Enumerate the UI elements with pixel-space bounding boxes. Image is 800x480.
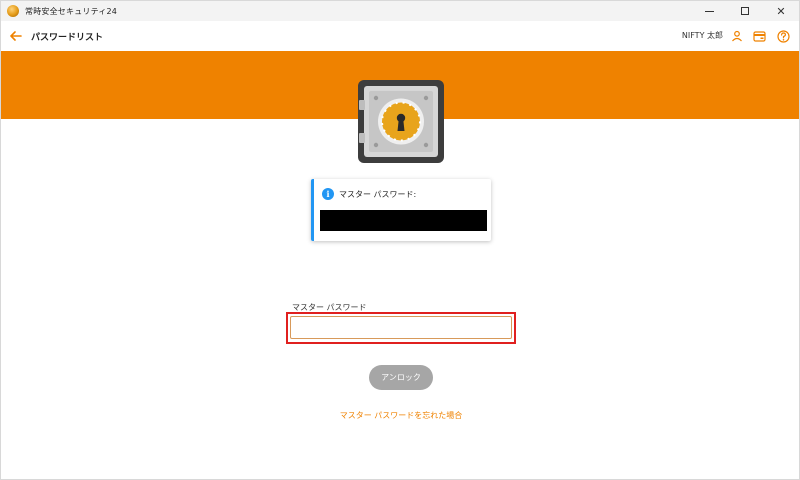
page-title: パスワードリスト bbox=[31, 32, 104, 43]
info-icon: i bbox=[322, 188, 334, 200]
user-icon[interactable] bbox=[729, 28, 745, 44]
app-logo-icon bbox=[7, 5, 19, 17]
app-header: パスワードリスト NIFTY 太郎 bbox=[1, 21, 799, 51]
close-icon: ✕ bbox=[776, 4, 786, 18]
help-icon[interactable] bbox=[775, 28, 791, 44]
user-name: NIFTY 太郎 bbox=[681, 31, 723, 40]
maximize-button[interactable] bbox=[727, 1, 763, 21]
wallet-icon[interactable] bbox=[751, 28, 767, 44]
title-bar: 常時安全セキュリティ24 ✕ bbox=[1, 1, 799, 21]
info-card-label: マスター パスワード: bbox=[339, 190, 417, 199]
safe-lock-icon bbox=[358, 80, 444, 163]
minimize-button[interactable] bbox=[691, 1, 727, 21]
close-button[interactable]: ✕ bbox=[763, 1, 799, 21]
master-password-info-card: i マスター パスワード: bbox=[311, 179, 491, 241]
master-password-value-redacted bbox=[320, 210, 487, 231]
forgot-password-link[interactable]: マスター パスワードを忘れた場合 bbox=[1, 410, 800, 421]
back-arrow-icon[interactable] bbox=[8, 28, 24, 44]
app-window: 常時安全セキュリティ24 ✕ パスワードリスト NIFTY 太郎 i マスター … bbox=[0, 0, 800, 480]
window-title: 常時安全セキュリティ24 bbox=[25, 6, 118, 16]
master-password-input[interactable] bbox=[290, 316, 512, 339]
maximize-icon bbox=[741, 7, 749, 15]
window-controls: ✕ bbox=[691, 1, 799, 21]
unlock-button[interactable]: アンロック bbox=[369, 365, 433, 390]
minimize-icon bbox=[704, 10, 714, 12]
